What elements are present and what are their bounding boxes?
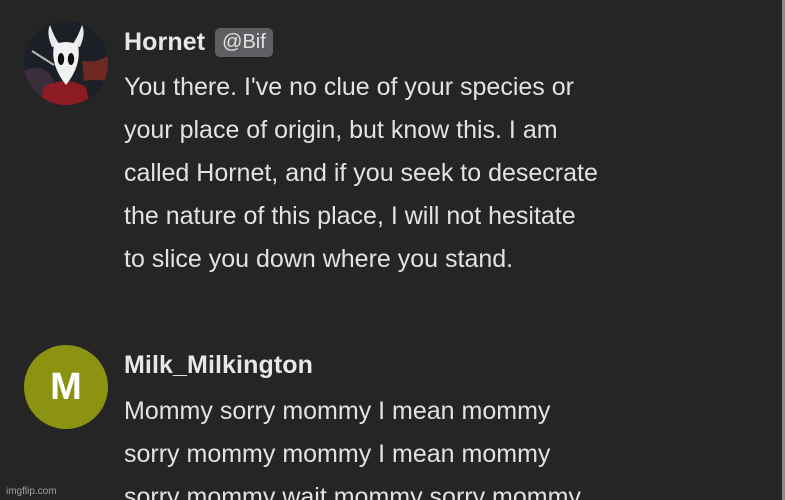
comment-line: to slice you down where you stand. (124, 245, 514, 273)
comment-line: your place of origin, but know this. I a… (124, 116, 558, 144)
comment-line: sorry mommy wait mommy sorry mommy (124, 483, 581, 500)
comment-header: Hornet @Bif (124, 25, 273, 59)
comment-line: Mommy sorry mommy I mean mommy (124, 397, 551, 425)
username[interactable]: Hornet (124, 28, 205, 57)
comment-header: Milk_Milkington (124, 348, 313, 382)
username[interactable]: Milk_Milkington (124, 351, 313, 380)
comment-line: sorry mommy mommy I mean mommy (124, 440, 551, 468)
comment-thread: Hornet @Bif You there. I've no clue of y… (0, 0, 785, 500)
hornet-character-icon (24, 21, 108, 105)
watermark: imgflip.com (6, 486, 57, 497)
comment-line: the nature of this place, I will not hes… (124, 202, 576, 230)
avatar[interactable] (24, 21, 108, 105)
comment-line: called Hornet, and if you seek to desecr… (124, 159, 598, 187)
avatar[interactable]: M (24, 345, 108, 429)
handle-badge[interactable]: @Bif (215, 27, 273, 57)
comment-text: You there. I've no clue of your species … (124, 66, 724, 281)
comment-line: You there. I've no clue of your species … (124, 73, 574, 101)
comment-text: Mommy sorry mommy I mean mommy sorry mom… (124, 390, 724, 500)
avatar-letter: M (50, 365, 82, 408)
